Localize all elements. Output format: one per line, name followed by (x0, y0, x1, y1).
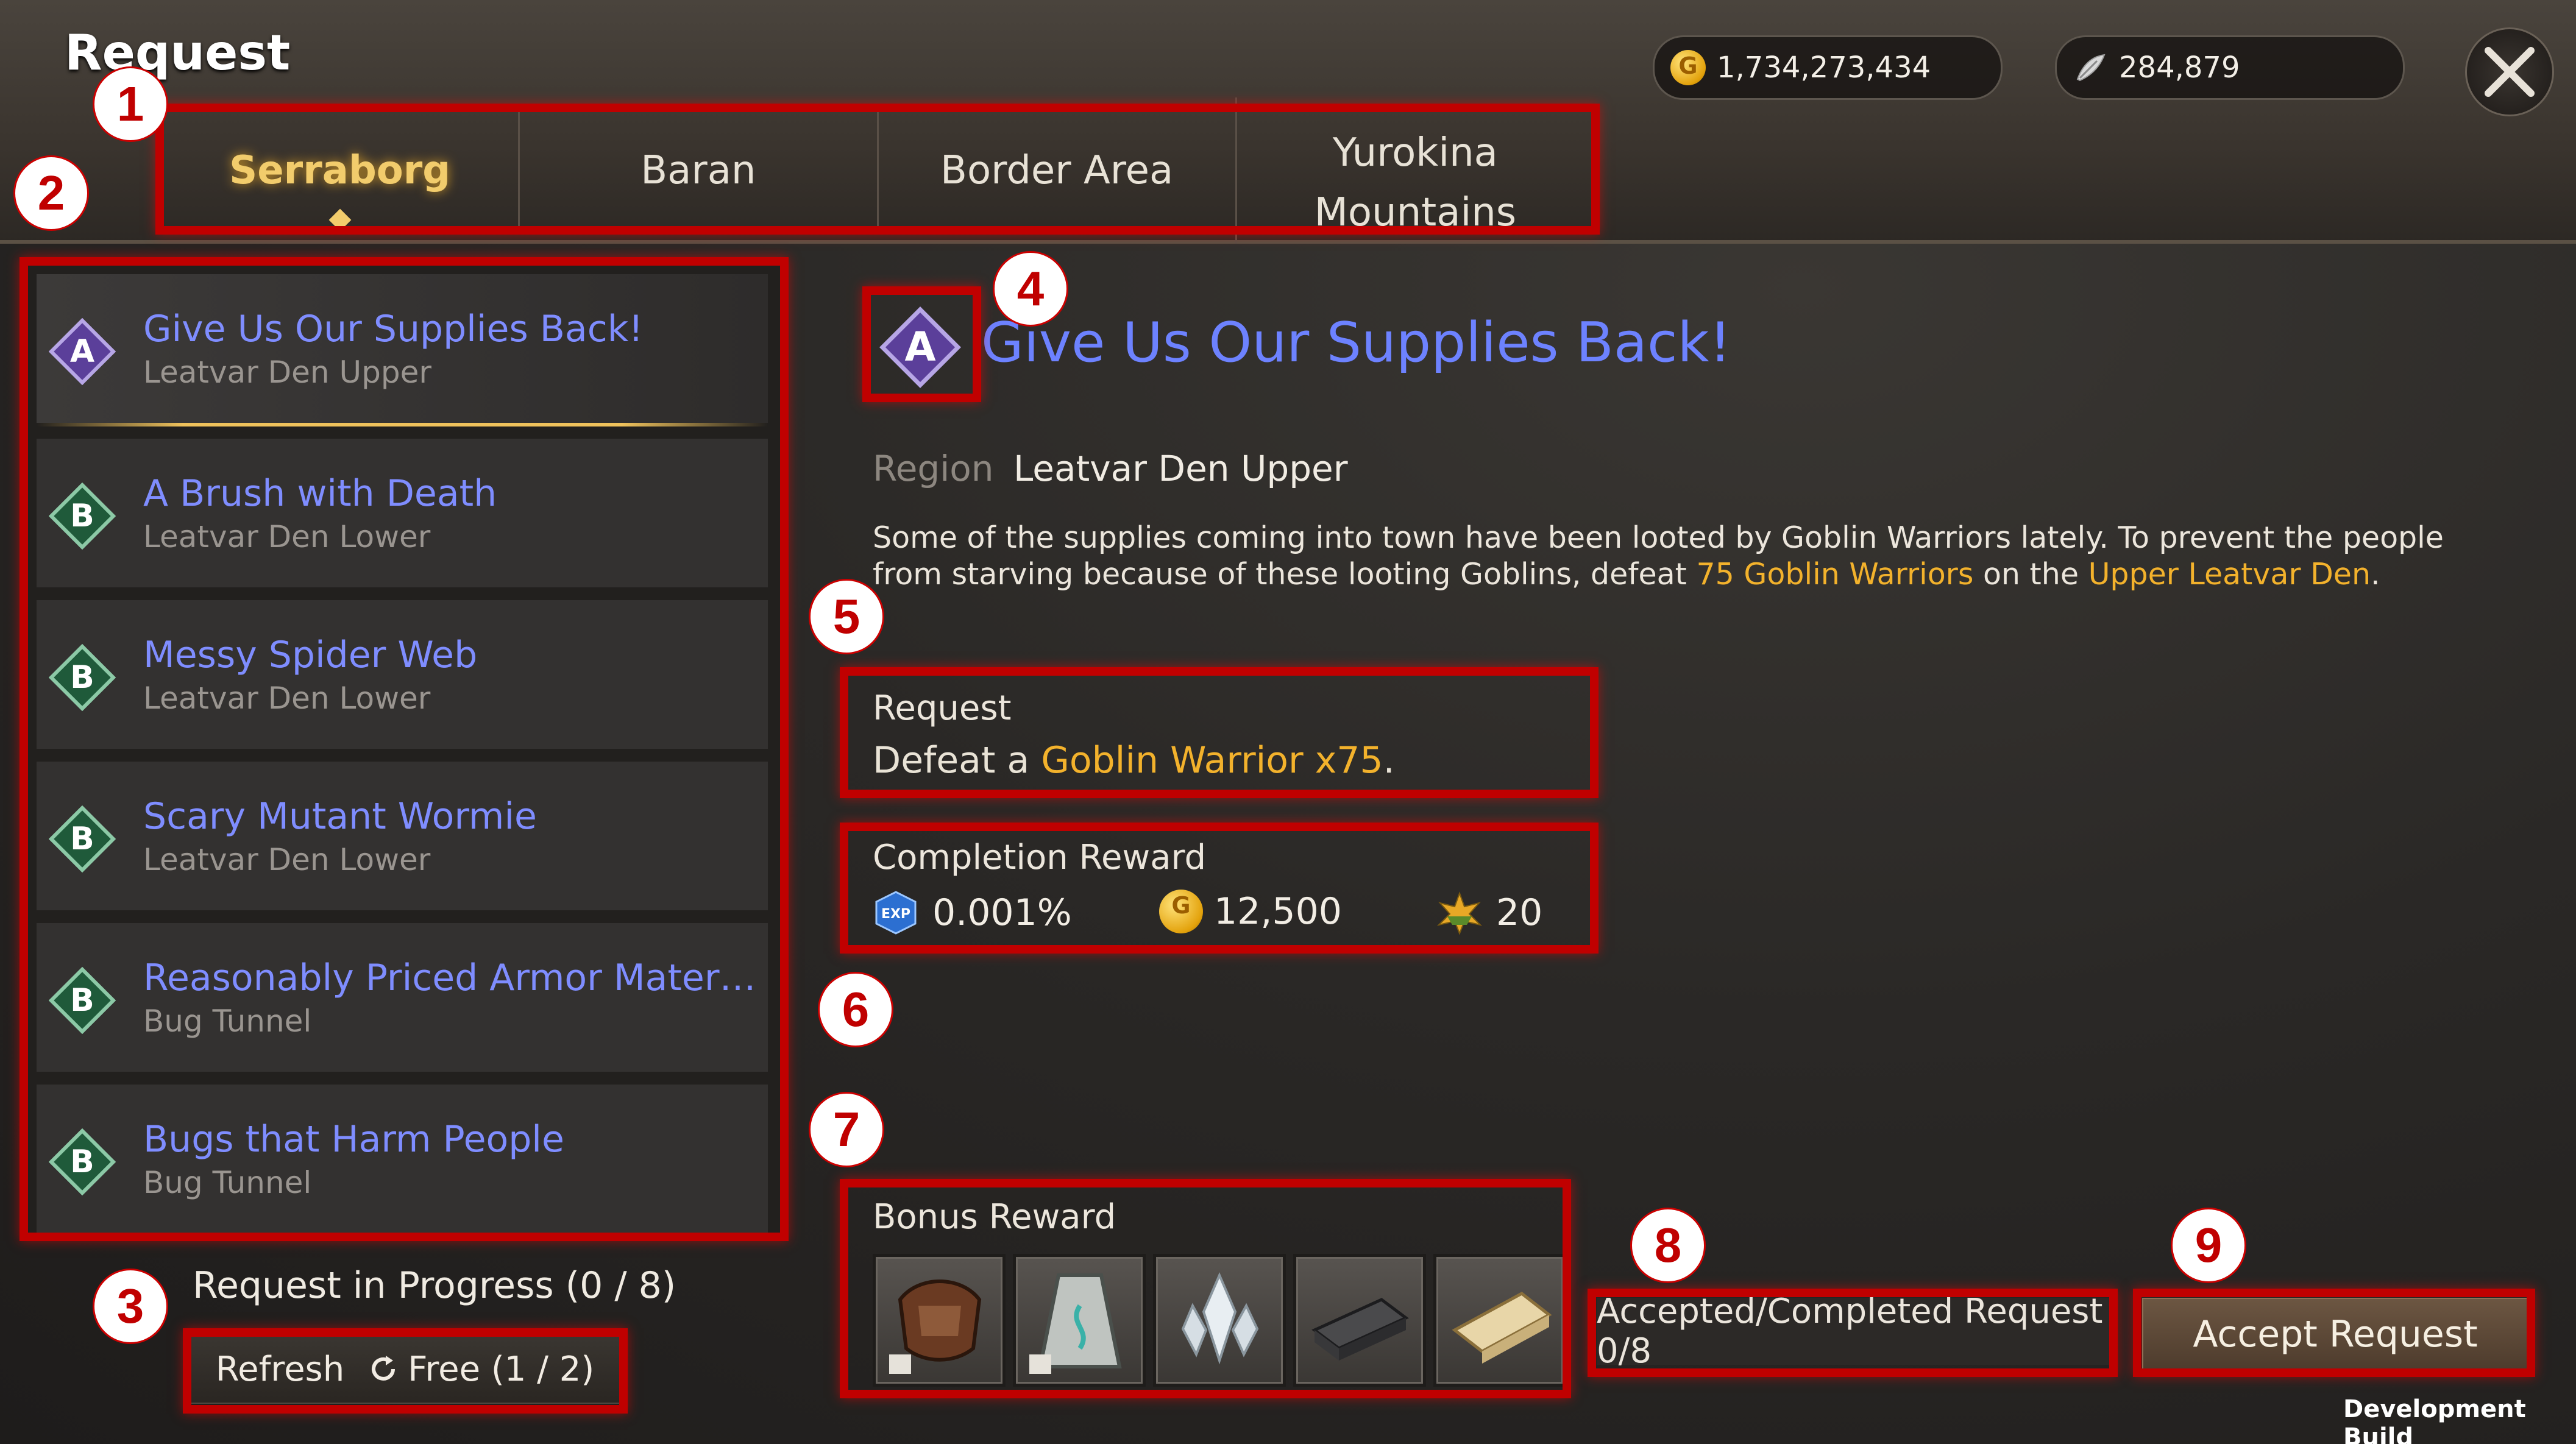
gem-amount: 284,879 (2119, 51, 2240, 85)
annotation-number-5: 5 (811, 581, 882, 653)
annotation-number-7: 7 (811, 1094, 882, 1166)
request-progress-text: Request in Progress (0 / 8) (193, 1264, 676, 1307)
region-value: Leatvar Den Upper (1013, 448, 1348, 489)
annotation-box-2 (20, 257, 789, 1241)
window-title: Request (65, 24, 291, 81)
region-label: Region (873, 448, 994, 489)
annotation-box-6 (840, 823, 1598, 954)
gold-amount: 1,734,273,434 (1717, 51, 1931, 85)
gem-display: 284,879 (2055, 35, 2405, 100)
annotation-number-3: 3 (94, 1270, 166, 1342)
close-icon (2485, 47, 2535, 97)
request-description: Some of the supplies coming into town ha… (873, 520, 2518, 593)
close-button[interactable] (2465, 27, 2554, 116)
desc-highlight-target: 75 Goblin Warriors (1696, 557, 1974, 592)
annotation-box-9 (2133, 1289, 2535, 1377)
annotation-number-6: 6 (820, 974, 892, 1046)
gold-display: 1,734,273,434 (1653, 35, 2003, 100)
annotation-box-7 (840, 1179, 1571, 1398)
annotation-number-2: 2 (15, 157, 87, 229)
desc-text: on the (1973, 557, 2088, 592)
desc-text: . (2371, 557, 2380, 592)
annotation-box-1 (155, 104, 1600, 235)
annotation-number-4: 4 (995, 253, 1066, 325)
annotation-number-9: 9 (2173, 1209, 2244, 1281)
gold-coin-icon (1670, 50, 1706, 85)
development-build-label: Development Build (2343, 1395, 2526, 1444)
annotation-box-4 (862, 286, 981, 402)
detail-title: Give Us Our Supplies Back! (981, 311, 1731, 375)
feather-currency-icon (2076, 54, 2106, 82)
annotation-box-5 (840, 667, 1598, 798)
annotation-box-8 (1588, 1289, 2118, 1377)
annotation-number-1: 1 (94, 68, 166, 140)
desc-highlight-location: Upper Leatvar Den (2088, 557, 2371, 592)
annotation-number-8: 8 (1632, 1209, 1704, 1281)
request-screen: { "window": { "title": "Request" }, "cur… (0, 0, 2576, 1444)
annotation-box-3 (183, 1328, 628, 1414)
